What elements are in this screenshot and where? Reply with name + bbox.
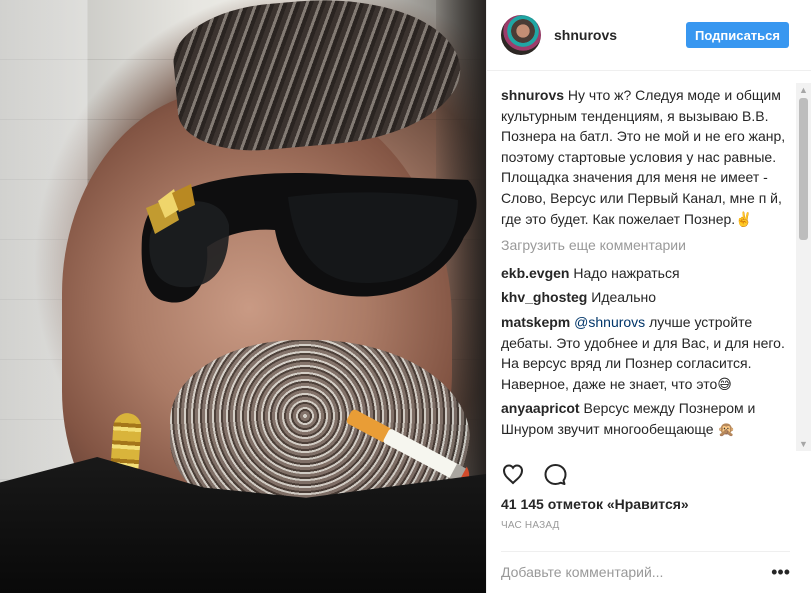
black-sunglasses	[141, 173, 477, 303]
instagram-post-view: shnurovs Подписаться shnurovs Ну что ж? …	[0, 0, 811, 593]
comment-input[interactable]	[501, 558, 770, 585]
scroll-up-icon[interactable]: ▲	[796, 83, 811, 97]
post-actions	[501, 462, 793, 486]
likes-count[interactable]: 41 145 отметок «Нравится»	[501, 496, 689, 512]
comment-author[interactable]: ekb.evgen	[501, 265, 569, 281]
scroll-down-icon[interactable]: ▼	[796, 437, 811, 451]
heart-icon[interactable]	[501, 462, 525, 486]
post-photo	[0, 0, 486, 593]
post-timestamp: ЧАС НАЗАД	[501, 520, 560, 531]
comments-list: shnurovs Ну что ж? Следуя моде и общим к…	[487, 71, 811, 456]
post-header: shnurovs Подписаться	[487, 0, 811, 71]
comment-item: matskepm @shnurovs лучше устройте дебаты…	[501, 312, 792, 394]
comment-text: Надо нажраться	[573, 264, 680, 281]
comment-author[interactable]: khv_ghosteg	[501, 289, 587, 305]
comment-item: ekb.evgen Надо нажраться	[501, 263, 792, 284]
caption-comment: shnurovs Ну что ж? Следуя моде и общим к…	[501, 85, 792, 229]
caption-text: Ну что ж? Следуя моде и общим культурным…	[501, 87, 786, 227]
comment-item: khv_ghosteg Идеально	[501, 287, 792, 308]
load-more-comments-link[interactable]: Загрузить еще комментарии	[501, 235, 792, 256]
post-sidebar: shnurovs Подписаться shnurovs Ну что ж? …	[486, 0, 811, 593]
add-comment-area: •••	[501, 551, 790, 591]
comment-item: anyaapricot Версус между Познером и Шнур…	[501, 398, 792, 439]
header-username[interactable]: shnurovs	[554, 27, 686, 43]
scrollbar-thumb[interactable]	[799, 98, 808, 240]
comment-icon[interactable]	[543, 462, 567, 486]
follow-button[interactable]: Подписаться	[685, 22, 789, 48]
comment-author[interactable]: matskepm	[501, 314, 570, 330]
more-options-icon[interactable]: •••	[770, 563, 790, 581]
mention-link[interactable]: @shnurovs	[574, 314, 645, 330]
comment-text: Идеально	[591, 289, 657, 306]
comment-author[interactable]: anyaapricot	[501, 400, 580, 416]
comments-scrollbar[interactable]: ▲ ▼	[796, 83, 811, 451]
avatar[interactable]	[501, 15, 541, 55]
caption-author[interactable]: shnurovs	[501, 87, 564, 103]
